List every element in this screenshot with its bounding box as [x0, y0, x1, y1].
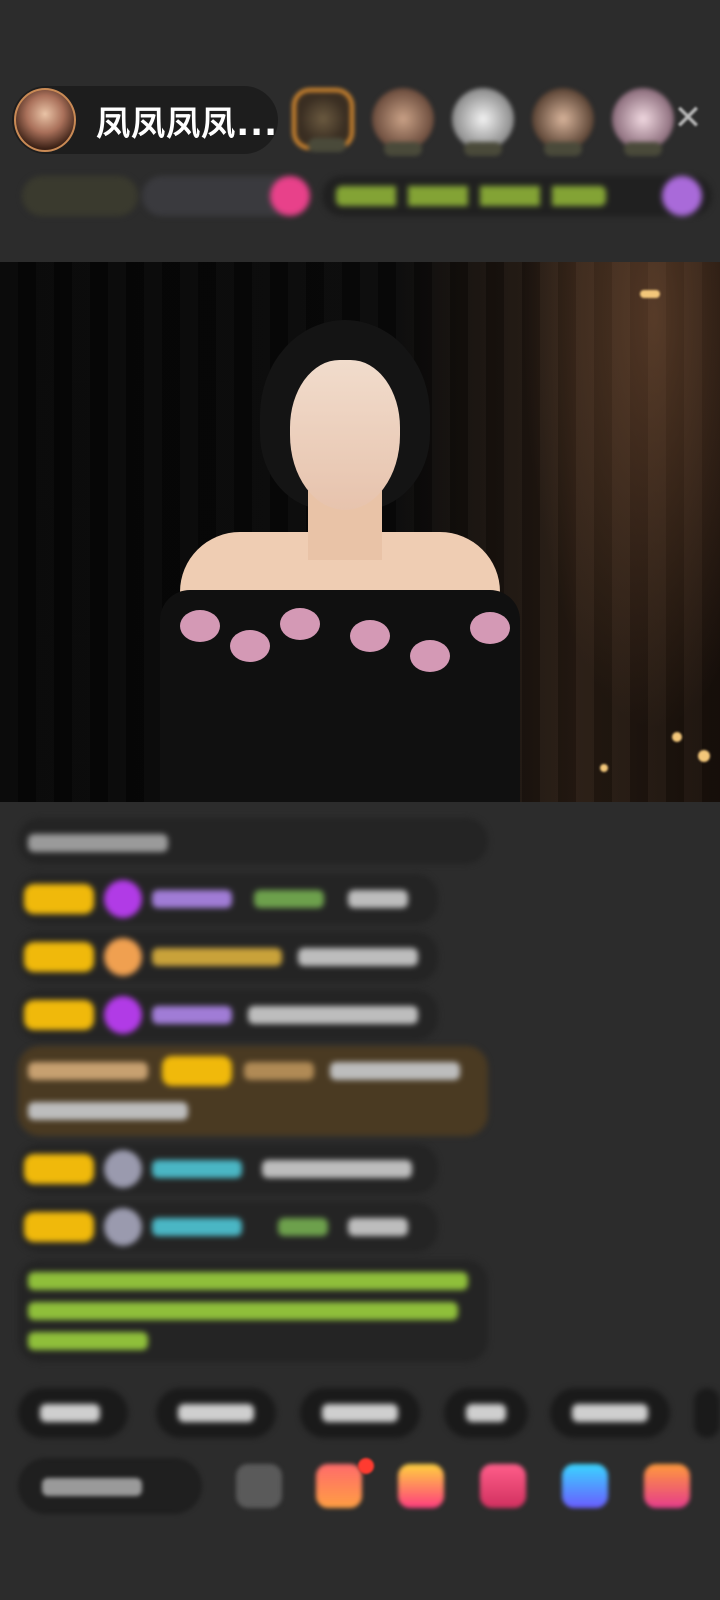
bottom-action-bar	[18, 1458, 720, 1514]
chat-message[interactable]	[18, 1144, 438, 1194]
face	[290, 360, 400, 510]
fan-badge-icon	[104, 996, 142, 1034]
bokeh-light	[600, 764, 608, 772]
dress	[160, 590, 520, 802]
host-name[interactable]: 凤凤凤凤...	[96, 96, 278, 145]
gift-box-icon[interactable]	[644, 1464, 690, 1508]
bokeh-light	[672, 732, 682, 742]
system-message[interactable]	[18, 1260, 488, 1362]
gift-icon[interactable]	[398, 1464, 444, 1508]
room-badge[interactable]	[22, 176, 138, 216]
heart-icon[interactable]	[480, 1464, 526, 1508]
bokeh-light	[698, 750, 710, 762]
dress-flower	[280, 608, 320, 640]
level-badge	[24, 1212, 94, 1242]
room-info-banner[interactable]	[322, 176, 712, 216]
host-info-pill[interactable]: 凤凤凤凤...	[12, 86, 278, 154]
quick-reply-chip[interactable]	[18, 1388, 128, 1438]
quick-reply-chip[interactable]	[156, 1388, 276, 1438]
fan-badge-icon	[104, 1208, 142, 1246]
level-badge	[24, 1000, 94, 1030]
viewer-avatar[interactable]	[532, 88, 594, 156]
room-badge-icon[interactable]	[662, 176, 702, 216]
gift-icon[interactable]	[316, 1464, 362, 1508]
quick-reply-chip[interactable]	[300, 1388, 420, 1438]
quick-reply-chip[interactable]	[550, 1388, 670, 1438]
level-badge	[24, 942, 94, 972]
chat-message[interactable]	[18, 1202, 438, 1252]
chat-message[interactable]	[18, 932, 438, 982]
chat-message-highlight[interactable]	[18, 1046, 488, 1136]
viewer-avatar-list	[292, 88, 674, 156]
chat-message[interactable]	[18, 818, 488, 864]
room-badge-icon[interactable]	[270, 176, 310, 216]
level-badge	[24, 1154, 94, 1184]
streamer	[150, 320, 530, 802]
fan-badge-icon	[104, 938, 142, 976]
game-icon[interactable]	[562, 1464, 608, 1508]
quick-reply-chip[interactable]	[694, 1388, 720, 1438]
chat-message[interactable]	[18, 990, 438, 1040]
ceiling-light	[640, 290, 660, 298]
quick-reply-row[interactable]	[18, 1388, 720, 1438]
viewer-avatar[interactable]	[292, 88, 354, 152]
viewer-avatar[interactable]	[612, 88, 674, 156]
fan-badge-icon	[104, 880, 142, 918]
stage-light	[500, 262, 720, 802]
dress-flower	[180, 610, 220, 642]
dress-flower	[470, 612, 510, 644]
chat-message[interactable]	[18, 874, 438, 924]
room-badges-row[interactable]	[22, 172, 712, 220]
level-badge	[162, 1056, 232, 1086]
host-avatar[interactable]	[14, 88, 77, 152]
notification-dot	[358, 1458, 374, 1474]
dress-flower	[350, 620, 390, 652]
dress-flower	[230, 630, 270, 662]
quick-reply-chip[interactable]	[444, 1388, 528, 1438]
close-icon[interactable]: ✕	[670, 100, 706, 136]
dress-flower	[410, 640, 450, 672]
viewer-avatar[interactable]	[452, 88, 514, 156]
live-video[interactable]	[0, 262, 720, 802]
viewer-avatar[interactable]	[372, 88, 434, 156]
comment-input[interactable]	[18, 1458, 202, 1514]
level-badge	[24, 884, 94, 914]
live-stream-screen: 凤凤凤凤... ✕	[0, 0, 720, 1600]
fan-badge-icon	[104, 1150, 142, 1188]
emoji-icon[interactable]	[236, 1464, 282, 1508]
